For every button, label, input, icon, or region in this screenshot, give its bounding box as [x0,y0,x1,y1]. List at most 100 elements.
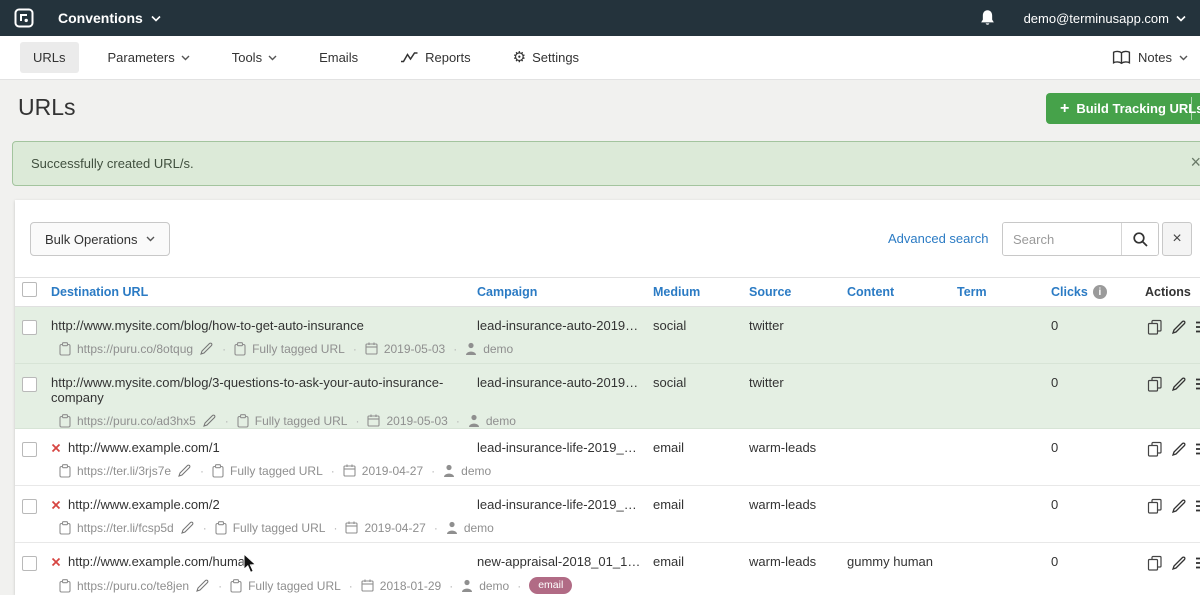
short-url[interactable]: https://puru.co/te8jen [77,579,189,593]
row-menu-icon[interactable] [1195,376,1200,392]
tab-reports-label: Reports [425,50,471,65]
clipboard-icon [237,414,249,428]
error-x-icon [51,500,61,510]
search-input[interactable] [1003,223,1121,255]
edit-pencil-icon[interactable] [202,413,217,428]
campaign-cell: lead-insurance-life-2019_… [477,486,653,542]
alert-close-icon[interactable]: × [1190,153,1200,171]
account-menu[interactable]: demo@terminusapp.com [1024,11,1186,26]
chevron-down-icon [1176,15,1186,22]
tab-parameters[interactable]: Parameters [95,42,203,73]
header-source[interactable]: Source [749,285,847,299]
tab-urls-label: URLs [33,50,66,65]
edit-pencil-icon[interactable] [177,463,192,478]
calendar-icon [343,464,356,477]
button-divider [1191,97,1192,120]
short-url[interactable]: https://ter.li/3rjs7e [77,464,171,478]
row-menu-icon[interactable] [1195,441,1200,457]
table-row: http://www.example.com/2 https://ter.li/… [15,486,1200,543]
table-row: http://www.example.com/human https://pur… [15,543,1200,595]
medium-cell: email [653,486,749,542]
main-nav: URLs Parameters Tools Emails Reports ⚙ S… [0,36,1200,80]
short-url[interactable]: https://ter.li/fcsp5d [77,521,174,535]
clicks-cell: 0 [1051,429,1145,485]
select-all-checkbox[interactable] [22,282,37,297]
app-logo-icon[interactable] [14,8,34,28]
header-content[interactable]: Content [847,285,957,299]
search-button[interactable] [1121,223,1158,255]
calendar-icon [345,521,358,534]
clipboard-icon[interactable] [59,521,71,535]
row-checkbox[interactable] [22,499,37,514]
destination-url[interactable]: http://www.mysite.com/blog/3-questions-t… [51,375,477,405]
line-chart-icon [400,51,419,64]
notifications-bell-icon[interactable] [979,9,996,27]
short-url[interactable]: https://puru.co/ad3hx5 [77,414,196,428]
header-clicks[interactable]: Clicksi [1051,285,1145,299]
edit-icon[interactable] [1171,376,1187,392]
row-checkbox[interactable] [22,377,37,392]
advanced-search-link[interactable]: Advanced search [888,231,988,246]
tab-tools[interactable]: Tools [219,42,290,73]
header-term[interactable]: Term [957,285,1051,299]
duplicate-icon[interactable] [1147,498,1163,514]
short-url[interactable]: https://puru.co/8otqug [77,342,193,356]
notes-dropdown[interactable]: Notes [1112,50,1188,65]
clipboard-icon [230,579,242,593]
user-icon [465,342,477,355]
bulk-operations-button[interactable]: Bulk Operations [30,222,170,256]
row-checkbox[interactable] [22,320,37,335]
tab-urls[interactable]: URLs [20,42,79,73]
content-cell [847,364,957,428]
clipboard-icon[interactable] [59,342,71,356]
conventions-dropdown[interactable]: Conventions [58,10,161,26]
duplicate-icon[interactable] [1147,319,1163,335]
header-medium[interactable]: Medium [653,285,749,299]
tab-reports[interactable]: Reports [387,42,484,73]
duplicate-icon[interactable] [1147,441,1163,457]
destination-url[interactable]: http://www.mysite.com/blog/how-to-get-au… [51,318,364,333]
row-checkbox[interactable] [22,442,37,457]
clicks-cell: 0 [1051,307,1145,363]
edit-pencil-icon[interactable] [180,520,195,535]
tag-status: Fully tagged URL [248,579,341,593]
destination-url[interactable]: http://www.example.com/1 [68,440,220,455]
clipboard-icon[interactable] [59,414,71,428]
source-cell: warm-leads [749,543,847,595]
chevron-down-icon [268,55,277,61]
calendar-icon [365,342,378,355]
tab-emails[interactable]: Emails [306,42,371,73]
tab-settings[interactable]: ⚙ Settings [500,42,592,73]
clipboard-icon [234,342,246,356]
edit-icon[interactable] [1171,441,1187,457]
edit-icon[interactable] [1171,555,1187,571]
destination-url[interactable]: http://www.example.com/human [68,554,252,569]
term-cell [957,429,1051,485]
header-destination-url[interactable]: Destination URL [51,285,477,299]
source-cell: warm-leads [749,429,847,485]
campaign-cell: lead-insurance-auto-2019… [477,307,653,363]
bulk-operations-label: Bulk Operations [45,232,138,247]
header-campaign[interactable]: Campaign [477,285,653,299]
edit-icon[interactable] [1171,498,1187,514]
clear-search-button[interactable]: × [1162,222,1192,256]
build-tracking-urls-button[interactable]: + Build Tracking URLs [1046,93,1200,124]
clipboard-icon[interactable] [59,579,71,593]
duplicate-icon[interactable] [1147,376,1163,392]
row-menu-icon[interactable] [1195,498,1200,514]
destination-url[interactable]: http://www.example.com/2 [68,497,220,512]
row-menu-icon[interactable] [1195,319,1200,335]
edit-pencil-icon[interactable] [195,578,210,593]
content-cell [847,307,957,363]
edit-pencil-icon[interactable] [199,341,214,356]
row-checkbox[interactable] [22,556,37,571]
source-cell: warm-leads [749,486,847,542]
duplicate-icon[interactable] [1147,555,1163,571]
clipboard-icon[interactable] [59,464,71,478]
edit-icon[interactable] [1171,319,1187,335]
notes-label: Notes [1138,50,1172,65]
book-icon [1112,50,1131,65]
term-cell [957,543,1051,595]
row-menu-icon[interactable] [1195,555,1200,571]
account-email: demo@terminusapp.com [1024,11,1169,26]
